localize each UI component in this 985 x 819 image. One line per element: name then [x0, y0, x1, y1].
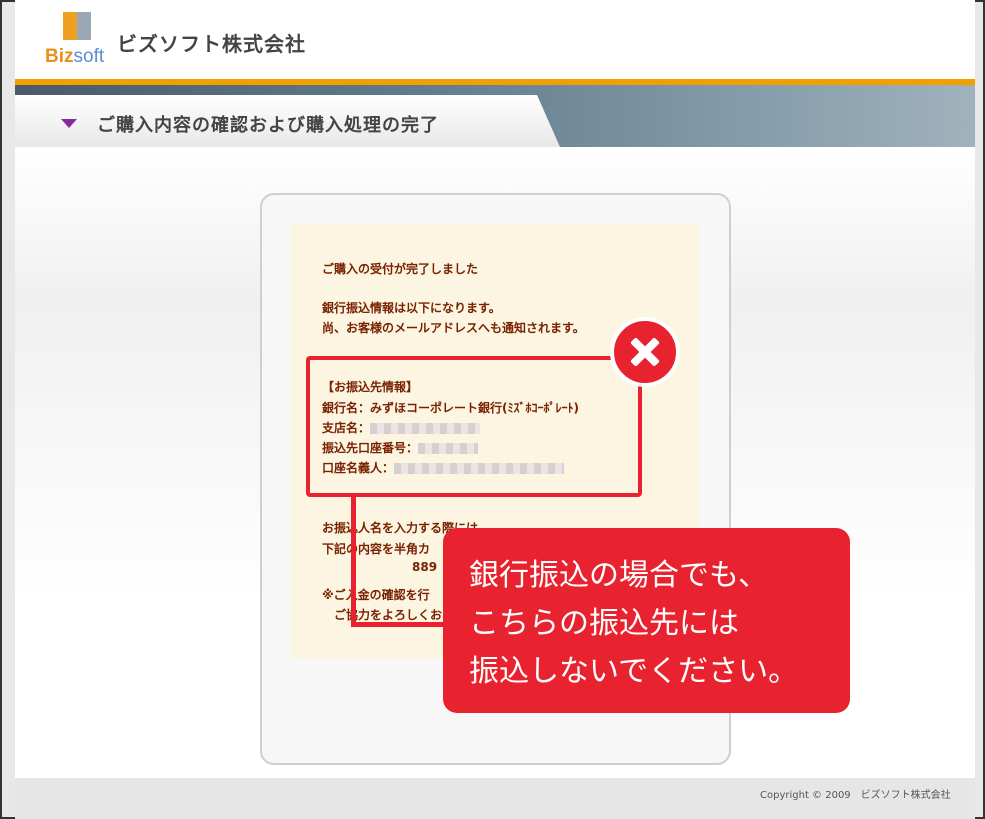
- copyright: Copyright © 2009 ビズソフト株式会社: [760, 790, 951, 801]
- triangle-down-icon: [61, 119, 77, 128]
- prohibited-x-icon: [610, 317, 680, 387]
- page-title: ご購入内容の確認および購入処理の完了: [97, 115, 439, 136]
- highlight-box: [306, 356, 642, 497]
- email-notice: 尚、お客様のメールアドレスへも通知されます。: [322, 321, 585, 335]
- callout-line-3: 振込しないでください。: [469, 654, 799, 689]
- company-name: ビズソフト株式会社: [117, 32, 306, 56]
- warning-callout: 銀行振込の場合でも、 こちらの振込先には 振込しないでください。: [443, 528, 850, 713]
- bank-info-intro: 銀行振込情報は以下になります。: [322, 301, 501, 315]
- logo-biz: Biz: [45, 46, 74, 67]
- logo-orange-square: [63, 12, 77, 40]
- bizsoft-logo[interactable]: Bizsoft: [45, 12, 115, 67]
- purchase-complete-text: ご購入の受付が完了しました: [322, 262, 479, 276]
- callout-connector: [351, 497, 446, 627]
- logo-gray-square: [77, 12, 91, 40]
- callout-line-1: 銀行振込の場合でも、: [469, 558, 769, 593]
- logo-wordmark: Bizsoft: [45, 46, 104, 68]
- logo-soft: soft: [73, 46, 105, 67]
- callout-line-2: こちらの振込先には: [469, 606, 739, 641]
